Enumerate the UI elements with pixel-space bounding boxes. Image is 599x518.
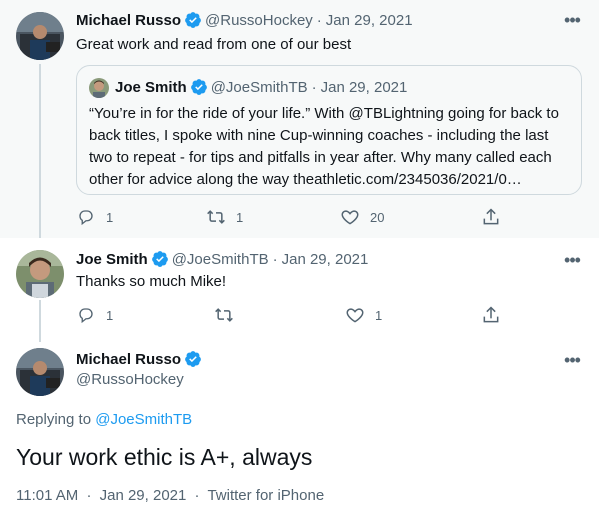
replying-prefix: Replying to [16, 411, 96, 428]
quote-author-handle: @JoeSmithTB [210, 78, 308, 96]
verified-icon [190, 78, 208, 96]
verified-icon [184, 350, 202, 368]
quote-text: “You’re in for the ride of your life.” W… [89, 105, 559, 188]
author-handle[interactable]: @JoeSmithTB [172, 251, 269, 268]
retweet-count: 1 [236, 209, 244, 225]
tweet-time[interactable]: 11:01 AM [16, 487, 78, 504]
reply-count: 1 [106, 307, 114, 323]
replying-to: Replying to @JoeSmithTB [16, 411, 192, 428]
author-name[interactable]: Michael Russo [76, 12, 181, 29]
tweet-russo[interactable]: Michael Russo @RussoHockey · Jan 29, 202… [0, 0, 599, 238]
like-button[interactable]: 1 [345, 305, 382, 325]
tweet-text: Thanks so much Mike! [76, 273, 227, 290]
author-handle[interactable]: @RussoHockey [76, 371, 184, 388]
reply-count: 1 [106, 209, 114, 225]
separator-dot: · [272, 250, 278, 268]
author-handle[interactable]: @RussoHockey [205, 12, 313, 29]
quote-author-name: Joe Smith [115, 78, 187, 96]
separator-dot: · [194, 487, 200, 504]
share-button[interactable] [481, 305, 501, 325]
avatar-russo[interactable] [16, 12, 64, 60]
verified-icon [151, 250, 169, 268]
separator-dot: · [316, 11, 322, 29]
reply-icon [76, 207, 96, 227]
like-icon [340, 207, 360, 227]
tweet-date[interactable]: Jan 29, 2021 [326, 12, 413, 29]
tweet-date[interactable]: Jan 29, 2021 [282, 251, 369, 268]
share-button[interactable] [481, 207, 501, 227]
tweet-header: Michael Russo @RussoHockey · Jan 29, 202… [76, 11, 413, 29]
more-icon[interactable]: ••• [562, 10, 582, 30]
replying-to-link[interactable]: @JoeSmithTB [95, 411, 192, 428]
quoted-tweet[interactable]: Joe Smith @JoeSmithTB · Jan 29, 2021 “Yo… [76, 65, 582, 195]
more-icon[interactable]: ••• [562, 250, 582, 270]
retweet-icon [214, 305, 234, 325]
tweet-header: Joe Smith @JoeSmithTB · Jan 29, 2021 [76, 250, 368, 268]
like-count: 20 [370, 209, 385, 225]
more-icon[interactable]: ••• [562, 350, 582, 370]
tweet-date[interactable]: Jan 29, 2021 [100, 487, 187, 504]
avatar-russo[interactable] [16, 348, 64, 396]
share-icon [481, 305, 501, 325]
reply-button[interactable]: 1 [76, 305, 113, 325]
tweet-source[interactable]: Twitter for iPhone [207, 487, 324, 504]
separator-dot: · [86, 487, 92, 504]
like-button[interactable]: 20 [340, 207, 384, 227]
tweet-text: Great work and read from one of our best [76, 36, 352, 53]
focused-header: Michael Russo [76, 350, 205, 368]
retweet-icon [206, 207, 226, 227]
reply-icon [76, 305, 96, 325]
author-name[interactable]: Michael Russo [76, 351, 181, 368]
focused-handle-row: @RussoHockey [76, 371, 184, 388]
quote-date: Jan 29, 2021 [320, 78, 408, 96]
avatar-smith[interactable] [16, 250, 64, 298]
separator-dot: · [311, 78, 317, 96]
verified-icon [184, 11, 202, 29]
focused-tweet-text: Your work ethic is A+, always [16, 444, 313, 470]
like-count: 1 [375, 307, 383, 323]
reply-button[interactable]: 1 [76, 207, 113, 227]
tweet-meta: 11:01 AM · Jan 29, 2021 · Twitter for iP… [16, 487, 324, 504]
thread-line [39, 64, 41, 238]
author-name[interactable]: Joe Smith [76, 251, 148, 268]
avatar-smith-small [89, 78, 109, 98]
thread-line [39, 300, 41, 342]
share-icon [481, 207, 501, 227]
quote-header: Joe Smith @JoeSmithTB · Jan 29, 2021 [115, 78, 407, 96]
like-icon [345, 305, 365, 325]
retweet-button[interactable]: 1 [206, 207, 243, 227]
retweet-button[interactable] [214, 305, 234, 325]
